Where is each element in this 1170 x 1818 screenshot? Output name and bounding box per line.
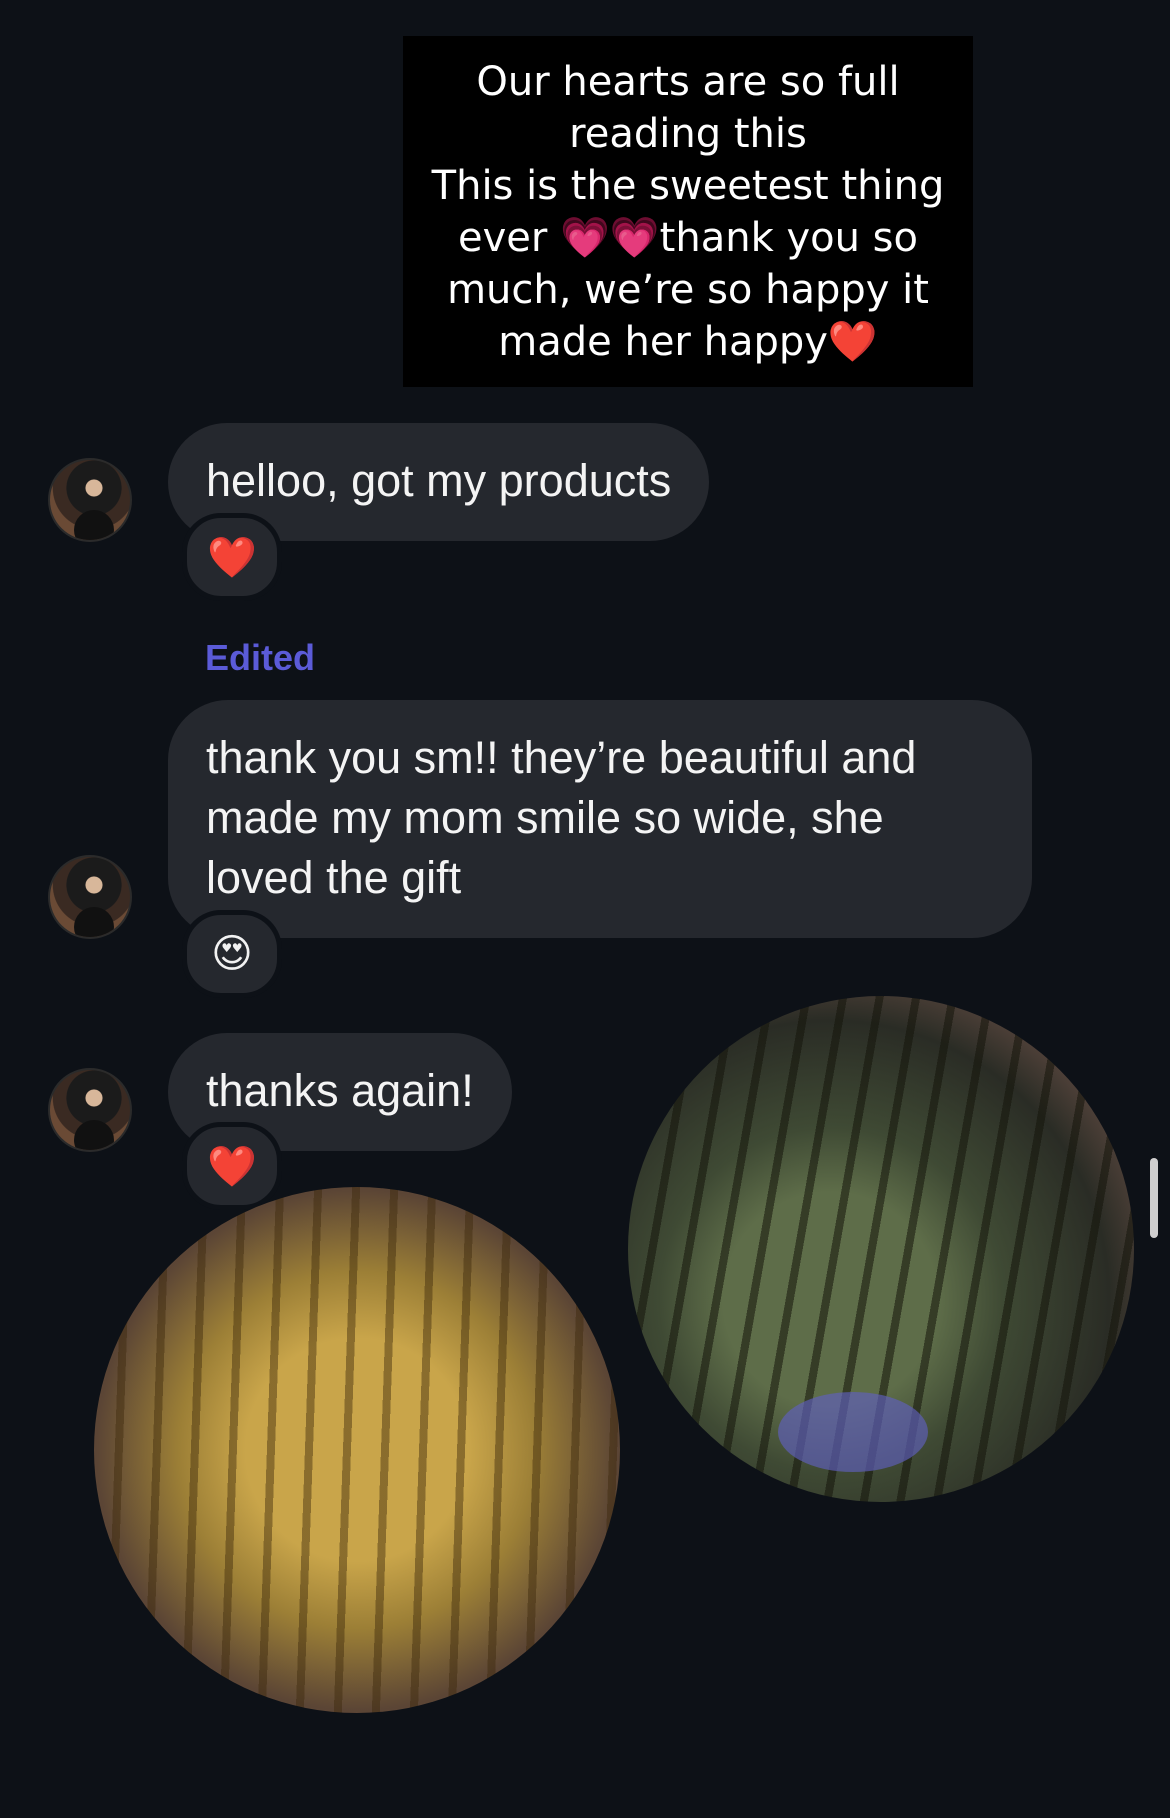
caption-line: reading this — [569, 110, 807, 157]
bangle-photo[interactable] — [628, 996, 1134, 1502]
reaction-heart-icon[interactable]: ❤️ — [182, 513, 282, 601]
story-caption: Our hearts are so full reading this This… — [403, 36, 973, 387]
reaction-heart-eyes-icon[interactable]: 😍 — [182, 910, 282, 998]
caption-line: made her happy❤️ — [498, 318, 878, 365]
edited-label: Edited — [205, 637, 316, 678]
message-bubble[interactable]: thank you sm!! they’re beautiful and mad… — [168, 700, 1032, 938]
message-text: thank you sm!! they’re beautiful and mad… — [206, 732, 917, 903]
bangle-photo[interactable] — [94, 1187, 620, 1713]
caption-line: This is the sweetest thing — [431, 162, 945, 209]
caption-line: ever 💗💗thank you so — [458, 214, 918, 261]
sender-avatar[interactable] — [48, 855, 132, 939]
caption-line: Our hearts are so full — [476, 58, 900, 105]
reaction-heart-icon[interactable]: ❤️ — [182, 1122, 282, 1210]
scrollbar[interactable] — [1150, 1158, 1158, 1238]
sender-avatar[interactable] — [48, 458, 132, 542]
message-text: thanks again! — [206, 1065, 474, 1116]
caption-line: much, we’re so happy it — [447, 266, 929, 313]
sender-avatar[interactable] — [48, 1068, 132, 1152]
message-text: helloo, got my products — [206, 455, 672, 506]
